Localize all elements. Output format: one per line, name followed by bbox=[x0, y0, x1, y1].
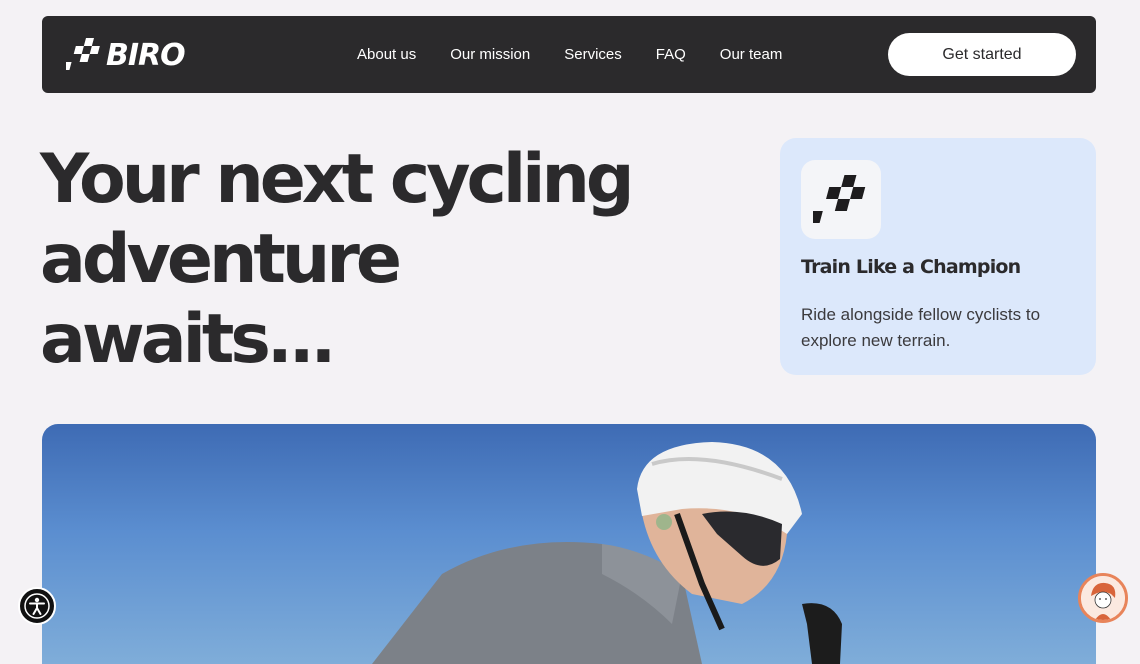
headline-line-3: awaits... bbox=[40, 300, 336, 379]
hero-headline: Your next cycling adventure awaits... bbox=[40, 140, 680, 380]
nav-link-team[interactable]: Our team bbox=[720, 46, 783, 63]
navbar: BIRO About us Our mission Services FAQ O… bbox=[42, 16, 1096, 93]
nav-link-mission[interactable]: Our mission bbox=[450, 46, 530, 63]
accessibility-button[interactable] bbox=[18, 587, 56, 625]
brand-name: BIRO bbox=[106, 37, 186, 73]
main-nav: About us Our mission Services FAQ Our te… bbox=[357, 16, 782, 93]
headline-line-1: Your next cycling bbox=[40, 140, 635, 219]
card-description: Ride alongside fellow cyclists to explor… bbox=[801, 305, 1041, 350]
nav-link-services[interactable]: Services bbox=[564, 46, 622, 63]
get-started-button[interactable]: Get started bbox=[888, 33, 1076, 76]
card-title: Train Like a Champion bbox=[801, 256, 1021, 278]
cyclist-illustration bbox=[372, 442, 842, 664]
feature-card: Train Like a Champion Ride alongside fel… bbox=[780, 138, 1096, 375]
accessibility-icon bbox=[24, 593, 50, 619]
nav-link-faq[interactable]: FAQ bbox=[656, 46, 686, 63]
brand-flag-icon bbox=[66, 38, 100, 70]
nav-link-about[interactable]: About us bbox=[357, 46, 416, 63]
hero-image bbox=[42, 424, 1096, 664]
chat-avatar-button[interactable] bbox=[1078, 573, 1128, 623]
headline-line-2: adventure bbox=[40, 220, 402, 299]
brand-logo[interactable]: BIRO bbox=[66, 36, 186, 74]
checkered-flag-icon bbox=[801, 160, 881, 239]
chat-avatar-icon bbox=[1081, 576, 1125, 620]
